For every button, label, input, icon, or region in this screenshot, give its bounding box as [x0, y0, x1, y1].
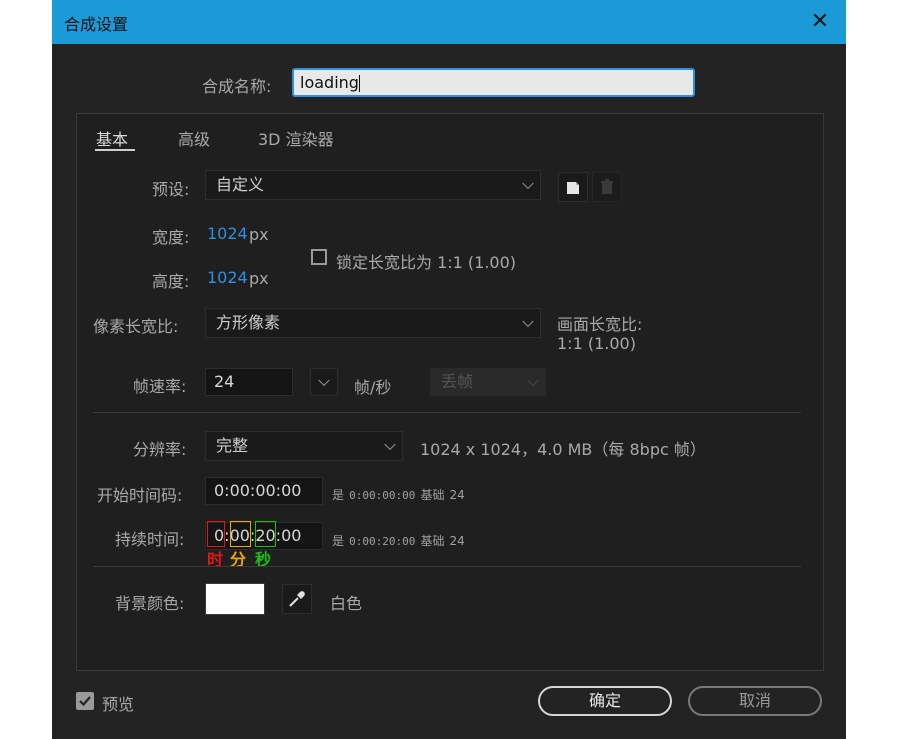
new-preset-icon — [567, 182, 579, 194]
pixel-aspect-label: 像素长宽比: — [93, 317, 179, 336]
start-timecode-label: 开始时间码: — [97, 486, 183, 505]
tab-3d-renderer[interactable]: 3D 渲染器 — [258, 126, 334, 150]
delete-preset-button[interactable] — [592, 172, 622, 202]
title-bar: 合成设置 ✕ — [52, 0, 846, 44]
section-divider — [93, 412, 801, 413]
preset-value: 自定义 — [216, 175, 265, 194]
tab-advanced[interactable]: 高级 — [178, 126, 210, 150]
background-color-label: 背景颜色: — [115, 594, 185, 613]
save-preset-button[interactable] — [558, 172, 588, 202]
comp-name-input[interactable]: loading — [292, 68, 695, 97]
section-divider — [93, 566, 801, 567]
tab-basic[interactable]: 基本 — [96, 126, 128, 150]
lock-aspect-checkbox[interactable] — [311, 249, 327, 265]
chevron-down-icon — [384, 438, 396, 451]
duration-equiv: 0:00:20:00 — [349, 535, 416, 548]
frame-rate-input[interactable]: 24 — [205, 368, 293, 396]
ok-button[interactable]: 确定 — [538, 686, 672, 716]
frame-aspect-value: 1:1 (1.00) — [557, 334, 636, 353]
base-label: 基础 — [420, 488, 445, 502]
frame-rate-unit: 帧/秒 — [354, 378, 392, 397]
eyedropper-button[interactable] — [282, 584, 312, 614]
second-highlight — [255, 521, 276, 547]
is-label: 是 — [332, 488, 345, 502]
cancel-button[interactable]: 取消 — [688, 686, 822, 716]
resolution-value: 完整 — [216, 436, 249, 455]
height-value[interactable]: 1024 — [207, 268, 248, 287]
preset-label: 预设: — [152, 180, 190, 199]
preset-dropdown[interactable]: 自定义 — [205, 170, 541, 200]
drop-frame-value: 丢帧 — [441, 372, 474, 391]
base-label: 基础 — [420, 534, 445, 548]
composition-settings-dialog: 合成设置 ✕ 合成名称: loading 基本 高级 3D 渲染器 预设: 自定… — [52, 0, 846, 739]
base-value: 24 — [449, 534, 465, 548]
is-label: 是 — [332, 534, 345, 548]
chevron-down-icon — [318, 374, 330, 387]
frame-aspect-label: 画面长宽比: — [557, 315, 643, 334]
comp-name-label: 合成名称: — [202, 77, 272, 96]
trash-icon — [601, 179, 613, 194]
width-value[interactable]: 1024 — [207, 224, 248, 243]
frame-rate-label: 帧速率: — [133, 377, 187, 396]
window-title: 合成设置 — [64, 15, 129, 34]
checkmark-icon — [79, 696, 91, 707]
start-timecode-equiv: 0:00:00:00 — [349, 489, 416, 502]
width-unit: px — [249, 225, 269, 244]
pixel-aspect-value: 方形像素 — [216, 313, 281, 332]
resolution-info: 1024 x 1024，4.0 MB（每 8bpc 帧） — [420, 440, 706, 459]
drop-frame-dropdown: 丢帧 — [430, 368, 546, 396]
hour-highlight — [207, 521, 225, 547]
height-unit: px — [249, 269, 269, 288]
eyedropper-icon — [289, 591, 305, 607]
close-icon[interactable]: ✕ — [804, 6, 836, 38]
resolution-dropdown[interactable]: 完整 — [205, 431, 403, 461]
active-tab-underline — [95, 149, 135, 151]
comp-name-value: loading — [300, 73, 359, 92]
preview-checkbox[interactable] — [76, 692, 94, 710]
duration-label: 持续时间: — [115, 530, 185, 549]
chevron-down-icon — [522, 177, 534, 190]
pixel-aspect-dropdown[interactable]: 方形像素 — [205, 308, 541, 338]
background-color-swatch[interactable] — [205, 583, 265, 615]
chevron-down-icon — [527, 374, 539, 387]
duration-info: 是 0:00:20:00 基础 24 — [332, 530, 465, 549]
background-color-name: 白色 — [330, 594, 363, 613]
chevron-down-icon — [522, 315, 534, 328]
resolution-label: 分辨率: — [133, 440, 187, 459]
start-timecode-input[interactable]: 0:00:00:00 — [205, 477, 323, 505]
base-value: 24 — [449, 488, 465, 502]
lock-aspect-label: 锁定长宽比为 1:1 (1.00) — [336, 253, 517, 272]
start-timecode-info: 是 0:00:00:00 基础 24 — [332, 484, 465, 503]
width-label: 宽度: — [152, 228, 190, 247]
frame-rate-menu-button[interactable] — [310, 368, 338, 396]
preview-label: 预览 — [102, 695, 135, 714]
minute-highlight — [230, 521, 251, 547]
height-label: 高度: — [152, 272, 190, 291]
